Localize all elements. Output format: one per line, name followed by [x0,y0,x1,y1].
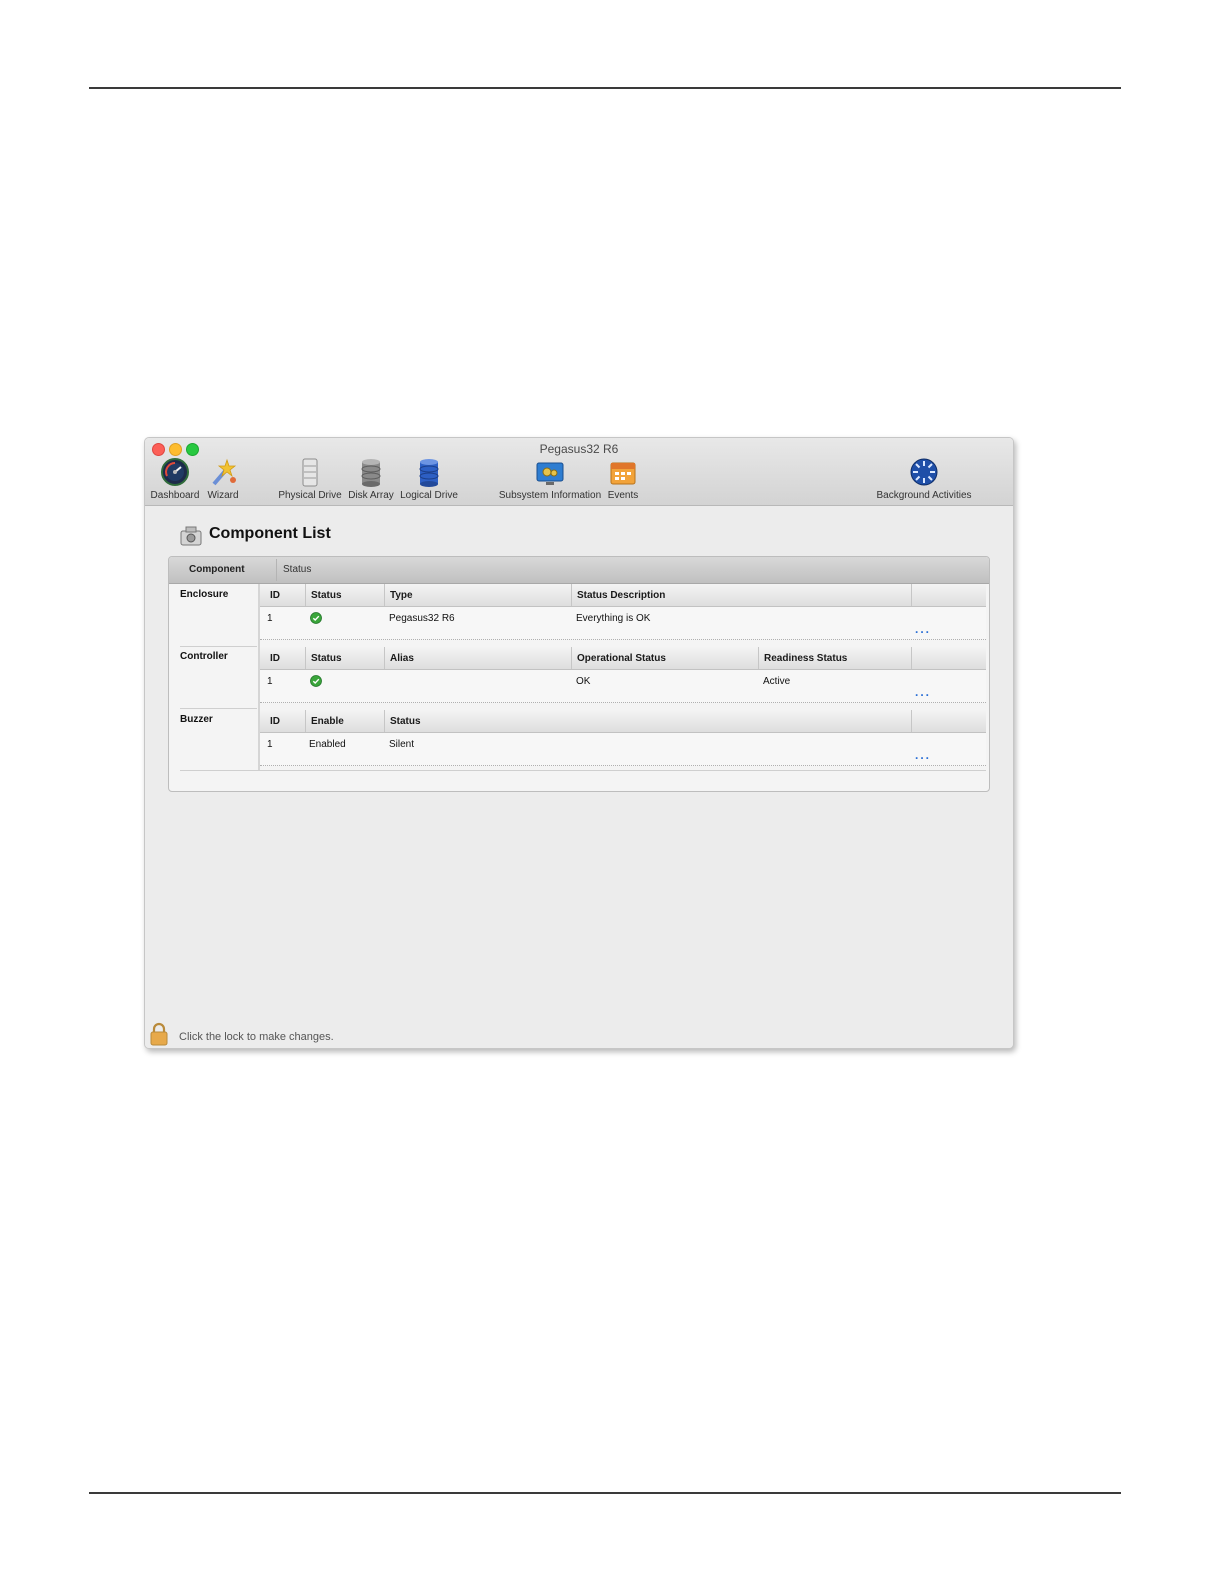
row-divider [260,639,986,640]
enclosure-header-type: Type [390,590,413,601]
buzzer-header-enable: Enable [311,716,344,727]
logical-drive-icon [419,459,439,487]
wizard-icon [212,458,237,486]
ok-status-icon [310,675,322,687]
toolbar-label-physical-drive: Physical Drive [278,490,342,501]
toolbar-label-wizard: Wizard [207,490,239,501]
enclosure-header-status: Status [311,590,342,601]
buzzer-status: Silent [389,739,415,750]
toolbar-label-logical-drive: Logical Drive [400,490,458,501]
background-activities-icon [910,458,938,486]
toolbar-label-dashboard: Dashboard [150,490,200,501]
physical-drive-icon [302,458,318,487]
controller-row[interactable]: 1 OK Active ... [260,670,986,702]
toolbar-label-subsystem-information: Subsystem Information [498,490,602,501]
ok-status-icon [310,612,322,624]
enclosure-table: ID Status Type Status Description 1 Pega [260,584,986,640]
component-divider [180,646,257,647]
buzzer-table-header: ID Enable Status [260,710,986,733]
lock-icon[interactable] [149,1022,169,1046]
toolbar-wizard-button[interactable]: Wizard [203,458,243,502]
controller-id: 1 [267,676,273,687]
controller-header-id: ID [270,653,280,664]
controller-header-operational-status: Operational Status [577,653,666,664]
enclosure-table-header: ID Status Type Status Description [260,584,986,607]
dashboard-icon [161,458,189,486]
subsystem-information-icon [536,462,564,485]
column-header-component: Component [189,564,245,575]
disk-array-icon [361,459,381,487]
component-divider [180,708,257,709]
events-icon [610,462,636,485]
row-divider [260,765,986,766]
page-top-rule [89,87,1121,89]
toolbar-dashboard-button[interactable]: Dashboard [149,458,201,502]
column-header-status: Status [283,564,312,575]
toolbar-label-background-activities: Background Activities [876,490,972,501]
content-area: Component List Component Status Enclosur… [145,506,1013,1048]
controller-header-alias: Alias [390,653,414,664]
enclosure-header-id: ID [270,590,280,601]
controller-table: ID Status Alias Operational Status Readi… [260,647,986,703]
component-panel: Component Status Enclosure ID Status Typ… [168,556,990,792]
toolbar-physical-drive-button[interactable]: Physical Drive [276,458,344,502]
titlebar: Pegasus32 R6 Dashboard Wizard Physical D… [145,438,1013,506]
buzzer-header-id: ID [270,716,280,727]
enclosure-type: Pegasus32 R6 [389,613,455,624]
toolbar-logical-drive-button[interactable]: Logical Drive [398,458,460,502]
buzzer-id: 1 [267,739,273,750]
toolbar-label-disk-array: Disk Array [348,490,394,501]
component-list-icon [180,526,202,546]
toolbar-events-button[interactable]: Events [604,458,642,502]
page-title: Component List [209,525,331,542]
panel-header: Component Status [169,557,989,584]
app-window: Pegasus32 R6 Dashboard Wizard Physical D… [144,437,1014,1049]
toolbar-background-activities-button[interactable]: Background Activities [873,458,975,502]
toolbar-disk-array-button[interactable]: Disk Array [346,458,396,502]
controller-header-status: Status [311,653,342,664]
buzzer-table: ID Enable Status 1 Enabled Silent ... [260,710,986,766]
panel-bottom-divider [180,770,986,771]
toolbar-subsystem-information-button[interactable]: Subsystem Information [498,458,602,502]
controller-operational-status: OK [576,676,591,687]
controller-table-header: ID Status Alias Operational Status Readi… [260,647,986,670]
controller-header-readiness-status: Readiness Status [764,653,848,664]
row-divider [260,702,986,703]
controller-readiness-status: Active [763,676,791,687]
enclosure-header-status-description: Status Description [577,590,666,601]
toolbar-label-events: Events [607,490,639,501]
enclosure-more-button[interactable]: ... [915,622,931,636]
buzzer-enable: Enabled [309,739,346,750]
component-label-buzzer: Buzzer [180,714,213,725]
buzzer-row[interactable]: 1 Enabled Silent ... [260,733,986,765]
window-title: Pegasus32 R6 [539,442,619,456]
page-bottom-rule [89,1492,1121,1494]
enclosure-row[interactable]: 1 Pegasus32 R6 Everything is OK ... [260,607,986,639]
controller-more-button[interactable]: ... [915,685,931,699]
enclosure-status-description: Everything is OK [576,613,651,624]
component-label-controller: Controller [180,651,228,662]
buzzer-header-status: Status [390,716,421,727]
buzzer-more-button[interactable]: ... [915,748,931,762]
enclosure-id: 1 [267,613,273,624]
component-label-enclosure: Enclosure [180,589,229,600]
lock-hint-text: Click the lock to make changes. [179,1031,334,1043]
column-divider [276,559,277,581]
